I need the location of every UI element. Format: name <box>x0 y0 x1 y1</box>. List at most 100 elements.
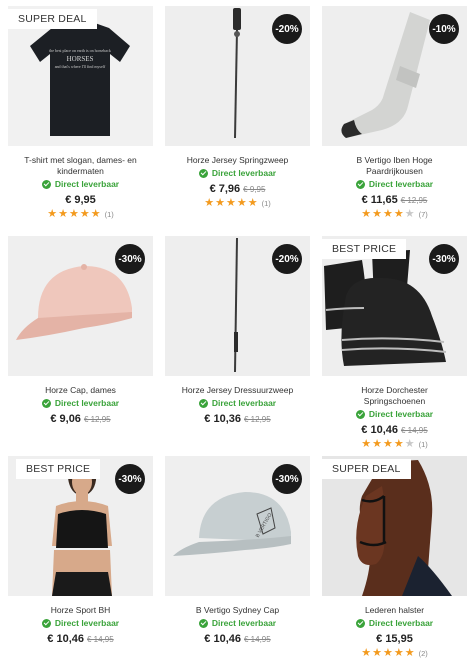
product-name[interactable]: Lederen halster <box>322 605 467 616</box>
product-image[interactable]: -30% <box>8 236 153 376</box>
availability: Direct leverbaar <box>322 409 467 419</box>
product-image[interactable]: -20% <box>165 6 310 146</box>
old-price: € 12,95 <box>400 196 428 205</box>
product-card[interactable]: -10% B Vertigo Iben Hoge Paardrijkousen … <box>322 6 467 220</box>
price-row: € 10,36 € 12,95 <box>165 413 310 425</box>
price: € 7,96 <box>209 183 241 195</box>
price-row: € 15,95 <box>322 633 467 645</box>
price-row: € 10,46 € 14,95 <box>8 633 153 645</box>
shirt-print-line1: the best place on earth is on horseback <box>49 48 111 53</box>
availability-label: Direct leverbaar <box>54 179 120 189</box>
star-filled-icon: ★ <box>372 647 382 659</box>
shirt-print-line2: HORSES <box>67 55 94 63</box>
price-row: € 11,65 € 12,95 <box>322 194 467 206</box>
product-image[interactable]: BEST PRICE -30% <box>8 456 153 596</box>
price: € 10,46 <box>204 633 241 645</box>
product-card[interactable]: SUPER DEAL Lederen halster Direct leverb… <box>322 456 467 659</box>
product-image[interactable]: -10% <box>322 6 467 146</box>
product-card[interactable]: B VERTIGO -30% B Vertigo Sydney Cap Dire… <box>165 456 310 645</box>
availability-label: Direct leverbaar <box>54 618 120 628</box>
product-name[interactable]: B Vertigo Sydney Cap <box>165 605 310 616</box>
star-filled-icon: ★ <box>404 647 415 659</box>
star-filled-icon: ★ <box>90 208 101 220</box>
product-image[interactable]: -20% <box>165 236 310 376</box>
availability: Direct leverbaar <box>8 179 153 189</box>
availability: Direct leverbaar <box>322 179 467 189</box>
rating-stars[interactable]: ★ ★ ★ ★ ★ (1) <box>165 197 310 209</box>
availability: Direct leverbaar <box>165 618 310 628</box>
star-filled-icon: ★ <box>236 197 247 209</box>
review-count[interactable]: (1) <box>419 440 428 449</box>
old-price: € 14,95 <box>87 635 114 644</box>
availability: Direct leverbaar <box>8 398 153 408</box>
star-filled-icon: ★ <box>204 197 215 209</box>
discount-badge: -20% <box>272 244 302 274</box>
product-card[interactable]: the best place on earth is on horseback … <box>8 6 153 220</box>
discount-badge: -30% <box>115 244 145 274</box>
star-filled-icon: ★ <box>382 208 393 220</box>
product-name[interactable]: Horze Sport BH <box>8 605 153 616</box>
star-filled-icon: ★ <box>215 197 225 209</box>
price-row: € 9,06 € 12,95 <box>8 413 153 425</box>
product-image[interactable]: SUPER DEAL <box>322 456 467 596</box>
product-name[interactable]: Horze Dorchester Springschoenen <box>322 385 467 407</box>
product-name[interactable]: Horze Jersey Dressuurzweep <box>165 385 310 396</box>
star-filled-icon: ★ <box>361 438 372 450</box>
product-card[interactable]: -20% Horze Jersey Springzweep Direct lev… <box>165 6 310 209</box>
check-circle-icon <box>355 179 365 189</box>
review-count[interactable]: (1) <box>262 199 271 208</box>
check-circle-icon <box>355 618 365 628</box>
availability-label: Direct leverbaar <box>54 398 120 408</box>
check-circle-icon <box>198 398 208 408</box>
availability: Direct leverbaar <box>322 618 467 628</box>
star-filled-icon: ★ <box>79 208 90 220</box>
star-empty-icon: ★ <box>404 438 415 450</box>
star-filled-icon: ★ <box>361 208 372 220</box>
old-price: € 14,95 <box>244 635 271 644</box>
availability-label: Direct leverbaar <box>368 179 434 189</box>
old-price: € 14,95 <box>401 426 428 435</box>
product-image[interactable]: BEST PRICE -30% <box>322 236 467 376</box>
price: € 10,46 <box>47 633 84 645</box>
product-name[interactable]: T-shirt met slogan, dames- en kindermate… <box>8 155 153 177</box>
product-image[interactable]: B VERTIGO -30% <box>165 456 310 596</box>
product-card[interactable]: -20% Horze Jersey Dressuurzweep Direct l… <box>165 236 310 425</box>
product-card[interactable]: -30% Horze Cap, dames Direct leverbaar €… <box>8 236 153 425</box>
review-count[interactable]: (1) <box>105 210 114 219</box>
product-image[interactable]: the best place on earth is on horseback … <box>8 6 153 146</box>
availability-label: Direct leverbaar <box>368 409 434 419</box>
review-count[interactable]: (7) <box>419 210 428 219</box>
check-circle-icon <box>198 618 208 628</box>
product-card[interactable]: BEST PRICE -30% Horze Sport BH Direct le… <box>8 456 153 645</box>
old-price: € 9,95 <box>243 185 266 194</box>
discount-badge: -10% <box>429 14 459 44</box>
availability-label: Direct leverbaar <box>211 168 277 178</box>
product-name[interactable]: Horze Cap, dames <box>8 385 153 396</box>
star-filled-icon: ★ <box>58 208 68 220</box>
discount-badge: -30% <box>272 464 302 494</box>
rating-stars[interactable]: ★ ★ ★ ★ ★ (1) <box>8 208 153 220</box>
rating-stars[interactable]: ★ ★ ★ ★ ★ (2) <box>322 647 467 659</box>
price: € 9,95 <box>65 194 96 206</box>
rating-stars[interactable]: ★ ★ ★ ★ ★ (1) <box>322 438 467 450</box>
discount-badge: -30% <box>115 464 145 494</box>
review-count[interactable]: (2) <box>419 649 428 658</box>
star-filled-icon: ★ <box>372 208 382 220</box>
discount-badge: -30% <box>429 244 459 274</box>
best-price-badge: BEST PRICE <box>16 459 101 479</box>
deal-badge: SUPER DEAL <box>322 459 411 479</box>
product-name[interactable]: Horze Jersey Springzweep <box>165 155 310 166</box>
availability: Direct leverbaar <box>165 398 310 408</box>
availability-label: Direct leverbaar <box>211 398 277 408</box>
availability-label: Direct leverbaar <box>211 618 277 628</box>
price-row: € 10,46 € 14,95 <box>165 633 310 645</box>
deal-badge: SUPER DEAL <box>8 9 97 29</box>
check-circle-icon <box>41 179 51 189</box>
star-filled-icon: ★ <box>225 197 236 209</box>
star-filled-icon: ★ <box>382 438 393 450</box>
product-card[interactable]: BEST PRICE -30% Horze Dorchester Springs… <box>322 236 467 450</box>
product-name[interactable]: B Vertigo Iben Hoge Paardrijkousen <box>322 155 467 177</box>
check-circle-icon <box>355 409 365 419</box>
availability: Direct leverbaar <box>165 168 310 178</box>
rating-stars[interactable]: ★ ★ ★ ★ ★ (7) <box>322 208 467 220</box>
